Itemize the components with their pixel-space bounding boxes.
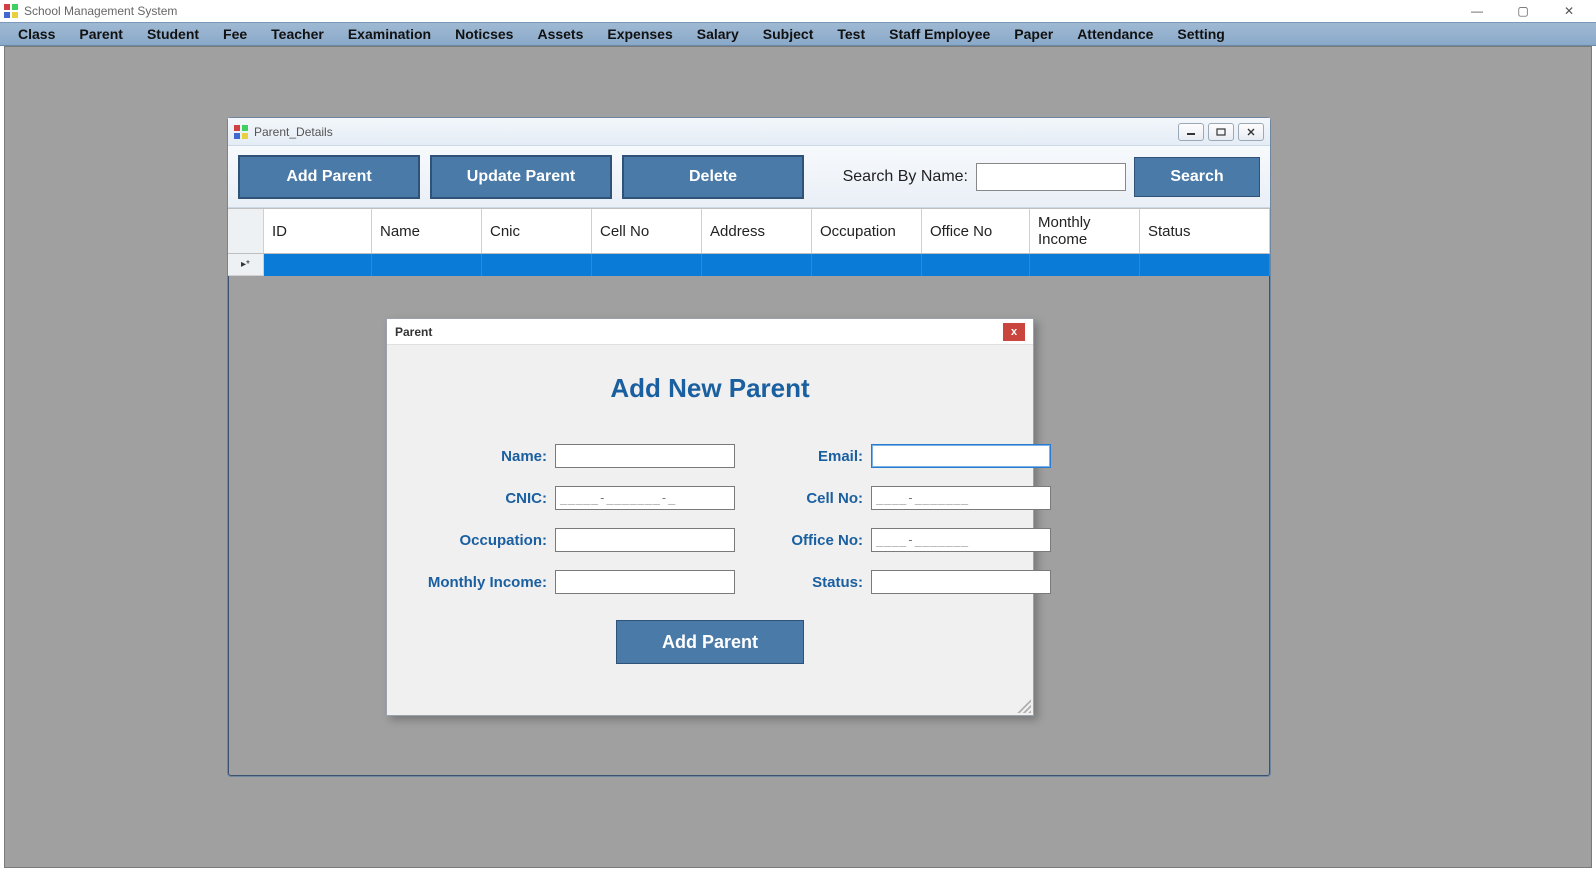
menu-student[interactable]: Student [135, 26, 211, 42]
input-status[interactable] [871, 570, 1051, 594]
input-office[interactable]: ____-_______ [871, 528, 1051, 552]
label-office: Office No: [743, 532, 863, 549]
input-cell[interactable]: ____-_______ [871, 486, 1051, 510]
child-maximize-button[interactable] [1208, 123, 1234, 141]
col-office[interactable]: Office No [922, 209, 1030, 253]
parent-details-toolbar: Add Parent Update Parent Delete Search B… [228, 146, 1270, 208]
menu-paper[interactable]: Paper [1002, 26, 1065, 42]
dialog-heading: Add New Parent [407, 373, 1013, 404]
input-occupation[interactable] [555, 528, 735, 552]
new-row-indicator-icon: ▸* [228, 254, 264, 276]
menu-class[interactable]: Class [6, 26, 67, 42]
parent-details-title: Parent_Details [254, 125, 333, 139]
main-menubar: Class Parent Student Fee Teacher Examina… [0, 22, 1596, 46]
main-minimize-button[interactable]: — [1454, 0, 1500, 22]
menu-test[interactable]: Test [825, 26, 877, 42]
grid-header: ID Name Cnic Cell No Address Occupation … [228, 208, 1270, 254]
dialog-title: Parent [395, 325, 432, 339]
grid-corner[interactable] [228, 209, 264, 253]
menu-subject[interactable]: Subject [751, 26, 826, 42]
search-button[interactable]: Search [1134, 157, 1260, 197]
col-occupation[interactable]: Occupation [812, 209, 922, 253]
parent-grid: ID Name Cnic Cell No Address Occupation … [228, 208, 1270, 276]
window-icon [234, 125, 248, 139]
col-income[interactable]: Monthly Income [1030, 209, 1140, 253]
menu-examination[interactable]: Examination [336, 26, 443, 42]
label-cell: Cell No: [743, 490, 863, 507]
label-status: Status: [743, 574, 863, 591]
resize-grip-icon[interactable] [1017, 699, 1031, 713]
menu-assets[interactable]: Assets [525, 26, 595, 42]
menu-fee[interactable]: Fee [211, 26, 259, 42]
menu-staff-employee[interactable]: Staff Employee [877, 26, 1002, 42]
app-icon [4, 4, 18, 18]
update-parent-button[interactable]: Update Parent [430, 155, 612, 199]
label-income: Monthly Income: [407, 574, 547, 591]
main-close-button[interactable]: ✕ [1546, 0, 1592, 22]
menu-parent[interactable]: Parent [67, 26, 135, 42]
search-label: Search By Name: [843, 168, 968, 186]
input-income[interactable] [555, 570, 735, 594]
label-email: Email: [743, 448, 863, 465]
search-input[interactable] [976, 163, 1126, 191]
grid-new-row[interactable]: ▸* [228, 254, 1270, 276]
menu-teacher[interactable]: Teacher [259, 26, 336, 42]
input-name[interactable] [555, 444, 735, 468]
input-cnic[interactable]: _____-_______-_ [555, 486, 735, 510]
add-parent-button[interactable]: Add Parent [238, 155, 420, 199]
col-address[interactable]: Address [702, 209, 812, 253]
parent-details-titlebar[interactable]: Parent_Details [228, 118, 1270, 146]
submit-add-parent-button[interactable]: Add Parent [616, 620, 804, 664]
add-parent-dialog: Parent x Add New Parent Name: Email: CNI… [386, 318, 1034, 716]
main-titlebar: School Management System — ▢ ✕ [0, 0, 1596, 22]
dialog-close-button[interactable]: x [1003, 323, 1025, 341]
label-occupation: Occupation: [407, 532, 547, 549]
menu-noticses[interactable]: Noticses [443, 26, 525, 42]
app-title: School Management System [24, 4, 177, 18]
col-cell[interactable]: Cell No [592, 209, 702, 253]
child-close-button[interactable] [1238, 123, 1264, 141]
menu-attendance[interactable]: Attendance [1065, 26, 1165, 42]
parent-details-window: Parent_Details Add Parent Update Parent … [227, 117, 1271, 777]
main-maximize-button[interactable]: ▢ [1500, 0, 1546, 22]
col-name[interactable]: Name [372, 209, 482, 253]
mdi-workspace: Parent_Details Add Parent Update Parent … [4, 46, 1592, 868]
label-cnic: CNIC: [407, 490, 547, 507]
child-minimize-button[interactable] [1178, 123, 1204, 141]
menu-setting[interactable]: Setting [1165, 26, 1236, 42]
delete-button[interactable]: Delete [622, 155, 804, 199]
input-email[interactable] [871, 444, 1051, 468]
col-status[interactable]: Status [1140, 209, 1270, 253]
dialog-titlebar[interactable]: Parent x [387, 319, 1033, 345]
parent-form: Name: Email: CNIC: _____-_______-_ Cell … [407, 444, 1051, 594]
menu-salary[interactable]: Salary [685, 26, 751, 42]
col-cnic[interactable]: Cnic [482, 209, 592, 253]
label-name: Name: [407, 448, 547, 465]
menu-expenses[interactable]: Expenses [595, 26, 684, 42]
col-id[interactable]: ID [264, 209, 372, 253]
